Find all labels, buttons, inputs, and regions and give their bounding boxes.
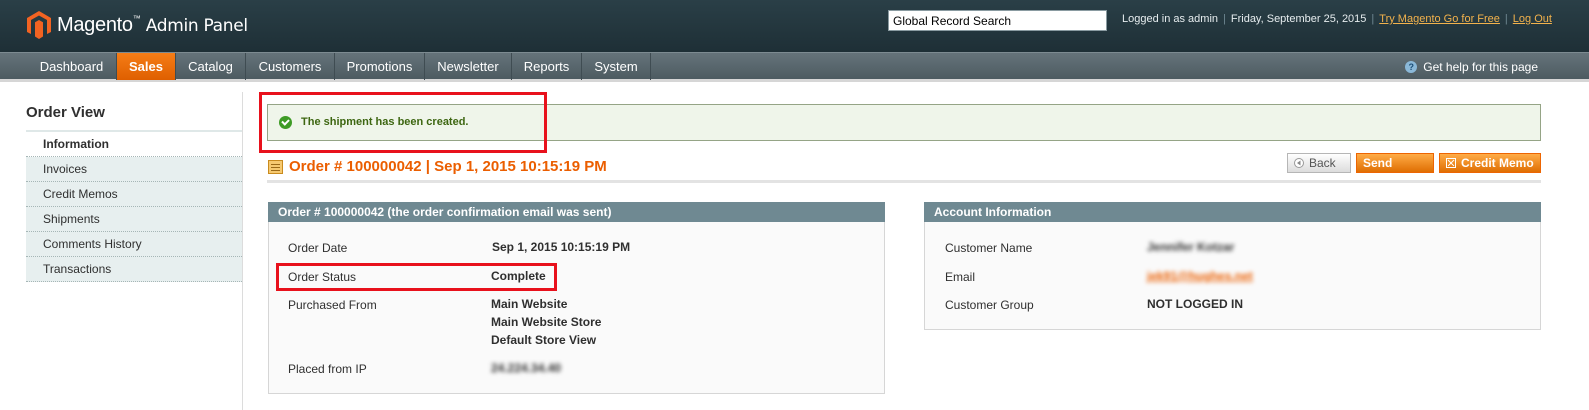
order-title-text: Order # 100000042 | Sep 1, 2015 10:15:19… — [289, 158, 607, 175]
sidebar-item-shipments[interactable]: Shipments — [26, 207, 242, 232]
global-search-input[interactable] — [888, 10, 1107, 31]
send-email-button[interactable]: Send Email — [1356, 153, 1434, 188]
purchased-from-store: Main Website Store — [491, 315, 602, 329]
placed-from-ip-value: 24.224.34.40 — [491, 361, 562, 375]
nav-newsletter[interactable]: Newsletter — [425, 53, 512, 80]
credit-memo-icon — [1446, 158, 1456, 168]
nav-catalog[interactable]: Catalog — [176, 53, 246, 80]
placed-from-ip-label: Placed from IP — [288, 362, 367, 376]
back-arrow-icon — [1294, 158, 1304, 168]
order-view-sidebar: Order View Information Invoices Credit M… — [26, 104, 242, 282]
magento-logo-icon — [27, 11, 51, 39]
customer-group-value: NOT LOGGED IN — [1147, 297, 1243, 311]
back-button-label: Back — [1309, 156, 1336, 170]
purchased-from-store-view: Default Store View — [491, 333, 597, 347]
nav-promotions[interactable]: Promotions — [335, 53, 425, 80]
credit-memo-button[interactable]: Credit Memo — [1439, 153, 1541, 173]
header-date: Friday, September 25, 2015 — [1230, 13, 1367, 25]
sidebar-divider — [242, 92, 243, 410]
order-date-label: Order Date — [288, 241, 348, 255]
order-panel-header: Order # 100000042 (the order confirmatio… — [268, 202, 885, 222]
customer-name-label: Customer Name — [945, 241, 1033, 255]
account-panel-body: Customer Name Jennifer Kotzar Email jek9… — [924, 222, 1541, 330]
customer-name-value: Jennifer Kotzar — [1147, 240, 1235, 254]
account-panel-header: Account Information — [924, 202, 1541, 222]
logo-text: Magento™ Admin Panel — [57, 14, 248, 37]
logo-name: Magento — [57, 13, 133, 36]
nav-customers[interactable]: Customers — [246, 53, 335, 80]
help-text: Get help for this page — [1423, 60, 1538, 74]
purchased-from-website: Main Website — [491, 297, 568, 311]
help-icon: ? — [1405, 61, 1418, 73]
order-icon — [268, 159, 283, 174]
admin-header: Magento™ Admin Panel Logged in as admin|… — [0, 0, 1589, 52]
help-link[interactable]: ? Get help for this page — [1405, 60, 1538, 74]
purchased-from-label: Purchased From — [288, 298, 377, 312]
logo-subtitle: Admin Panel — [145, 15, 248, 36]
back-button[interactable]: Back — [1287, 153, 1351, 173]
nav-system[interactable]: System — [582, 53, 651, 80]
customer-group-label: Customer Group — [945, 298, 1034, 312]
sidebar-item-invoices[interactable]: Invoices — [26, 157, 242, 182]
annotation-highlight-status — [276, 263, 557, 291]
sidebar-item-credit-memos[interactable]: Credit Memos — [26, 182, 242, 207]
annotation-highlight-message — [259, 92, 547, 153]
order-panel-body: Order Date Sep 1, 2015 10:15:19 PM Order… — [268, 222, 885, 394]
header-links: Logged in as admin | Friday, September 25,… — [1122, 13, 1552, 25]
sidebar-item-transactions[interactable]: Transactions — [26, 257, 242, 282]
logged-in-text: Logged in as admin — [1122, 13, 1219, 25]
magento-logo[interactable]: Magento™ Admin Panel — [27, 11, 248, 39]
sidebar-item-comments-history[interactable]: Comments History — [26, 232, 242, 257]
credit-memo-label: Credit Memo — [1461, 156, 1534, 170]
title-divider — [267, 180, 1541, 183]
main-nav: Dashboard Sales Catalog Customers Promot… — [0, 52, 1589, 82]
customer-email-link[interactable]: jek91@hughes.net — [1147, 269, 1253, 283]
nav-dashboard[interactable]: Dashboard — [27, 53, 117, 80]
logo-tm: ™ — [132, 13, 141, 23]
nav-sales[interactable]: Sales — [117, 53, 176, 80]
nav-reports[interactable]: Reports — [512, 53, 582, 80]
try-magento-go-link[interactable]: Try Magento Go for Free — [1379, 13, 1500, 25]
logout-link[interactable]: Log Out — [1513, 13, 1552, 25]
order-title: Order # 100000042 | Sep 1, 2015 10:15:19… — [268, 158, 607, 175]
email-label: Email — [945, 270, 976, 284]
sidebar-item-information[interactable]: Information — [26, 132, 242, 157]
sidebar-title: Order View — [26, 104, 242, 132]
order-date-value: Sep 1, 2015 10:15:19 PM — [492, 240, 631, 254]
